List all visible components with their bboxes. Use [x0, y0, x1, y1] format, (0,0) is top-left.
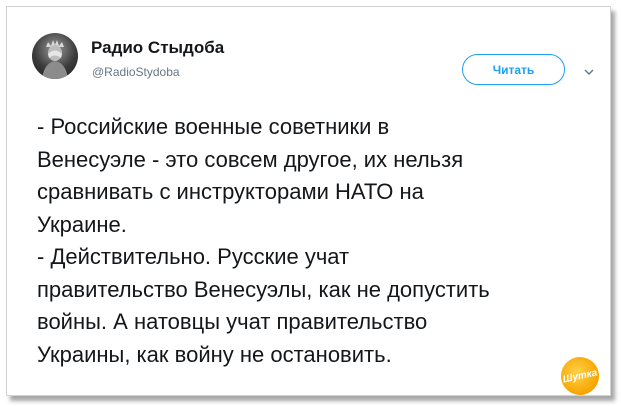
tweet-text: - Российские военные советники в Венесуэ…	[37, 111, 607, 371]
follow-button[interactable]: Читать	[462, 54, 565, 85]
tweet-line: - Российские военные советники в	[37, 114, 390, 139]
tweet-line: Венесуэле - это совсем другое, их нельзя	[37, 146, 464, 172]
tweet-line: сравнивать с инструкторами НАТО на	[37, 179, 424, 204]
chevron-down-icon[interactable]	[584, 64, 594, 75]
tweet-line: правительство Венесуэлы, как не допустит…	[37, 276, 490, 302]
tweet-line: Украине.	[37, 211, 127, 237]
statue-of-liberty-icon	[42, 40, 68, 79]
tweet-card: Радио Стыдоба @RadioStydoba Читать - Рос…	[6, 6, 611, 399]
display-name[interactable]: Радио Стыдоба	[91, 38, 224, 58]
tweet-line: войны. А натовцы учат правительство	[37, 309, 428, 334]
user-handle[interactable]: @RadioStydoba	[92, 65, 180, 79]
avatar[interactable]	[32, 33, 78, 79]
tweet-line: Украины, как войну не остановить.	[37, 341, 392, 367]
tweet-line: - Действительно. Русские учат	[37, 244, 350, 269]
